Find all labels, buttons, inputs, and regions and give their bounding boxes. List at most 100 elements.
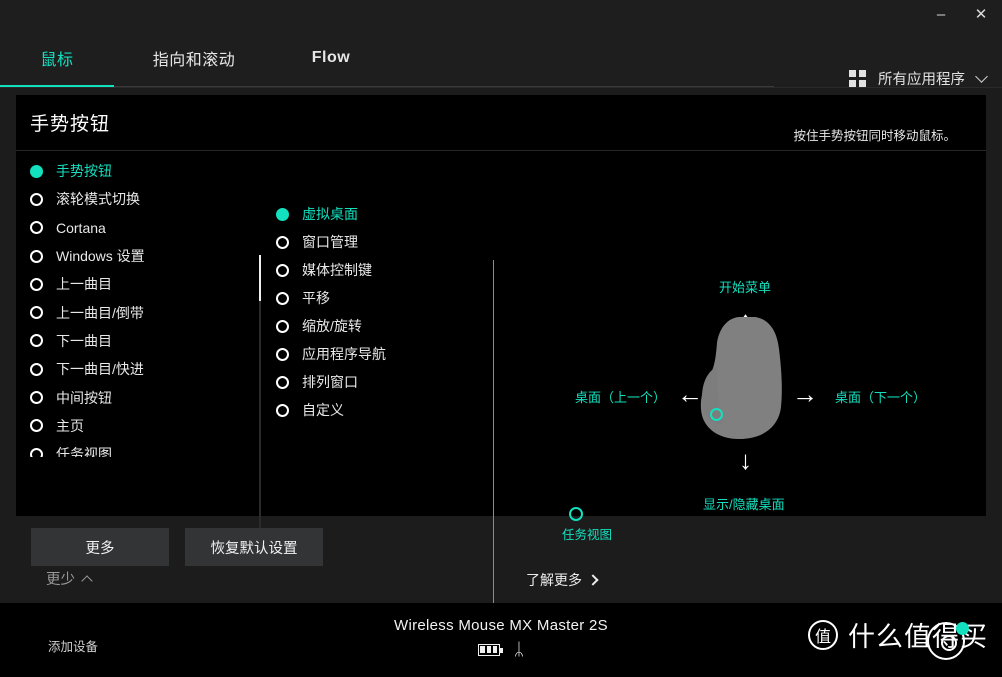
radio-icon: [30, 447, 43, 457]
chevron-up-icon: [81, 574, 93, 587]
option-label: 上一曲目: [56, 276, 112, 293]
close-button[interactable]: ✕: [966, 2, 996, 26]
option-row[interactable]: 窗口管理: [276, 228, 476, 256]
radio-icon: [30, 391, 43, 405]
device-name: Wireless Mouse MX Master 2S: [394, 617, 608, 634]
tab-list: 鼠标 指向和滚动 Flow: [0, 28, 388, 88]
title-bar: – ✕: [0, 0, 1002, 28]
option-row[interactable]: 应用程序导航: [276, 340, 476, 368]
option-label: 主页: [56, 417, 84, 434]
option-row[interactable]: 平移: [276, 284, 476, 312]
app-selector[interactable]: 所有应用程序: [849, 68, 988, 89]
mouse-silhouette: [700, 317, 782, 439]
option-label: 下一曲目: [56, 332, 112, 349]
option-label: 手势按钮: [56, 163, 112, 180]
settings-panel: 手势按钮 按住手势按钮同时移动鼠标。 手势按钮滚轮模式切换 Cortana Wind…: [16, 95, 986, 610]
chevron-down-icon: [975, 70, 988, 83]
bluetooth-icon: ᛦ: [513, 640, 525, 659]
option-label: 任务视图: [56, 446, 112, 457]
app-selector-label: 所有应用程序: [878, 72, 965, 88]
watermark-text: 什么值得买: [848, 622, 988, 652]
option-label: 虚拟桌面: [302, 206, 358, 222]
option-label: 排列窗口: [302, 374, 358, 390]
radio-icon: [276, 375, 289, 389]
radio-icon: [30, 362, 43, 376]
option-row[interactable]: 缩放/旋转: [276, 312, 476, 340]
option-row[interactable]: 滚轮模式切换: [30, 185, 245, 213]
chevron-right-icon: [587, 573, 599, 586]
radio-icon: [30, 192, 43, 206]
window-controls: – ✕: [926, 0, 996, 28]
option-row[interactable]: 主页: [30, 412, 245, 440]
option-label: 缩放/旋转: [302, 318, 362, 334]
option-label: 下一曲目/快进: [56, 361, 144, 378]
battery-icon: [477, 643, 503, 656]
task-view-label: 任务视图: [562, 528, 613, 542]
option-row[interactable]: 手势按钮: [30, 157, 245, 185]
action-buttons: 更多 恢复默认设置: [31, 528, 323, 566]
radio-icon: [276, 347, 289, 361]
radio-icon: [276, 403, 289, 417]
show-less-button[interactable]: 更少: [46, 568, 93, 589]
radio-icon: [276, 207, 289, 221]
option-row[interactable]: 上一曲目: [30, 270, 245, 298]
radio-icon: [30, 334, 43, 348]
gesture-diagram: 开始菜单 桌面（上一个） 桌面（下一个） 显示/隐藏桌面 ↑ ↓ ← → 任务视…: [494, 157, 986, 542]
radio-icon: [276, 319, 289, 333]
panel-description: 按住手势按钮同时移动鼠标。: [793, 129, 956, 143]
task-view-indicator: 任务视图: [562, 507, 612, 543]
option-label: 自定义: [302, 402, 344, 418]
header-divider: [0, 87, 1002, 88]
option-row[interactable]: 下一曲目/快进: [30, 355, 245, 383]
tab-bar: 鼠标 指向和滚动 Flow 所有应用程序: [0, 28, 1002, 88]
show-less-label: 更少: [46, 572, 75, 588]
learn-more-label: 了解更多: [526, 572, 582, 588]
option-label: 应用程序导航: [302, 346, 386, 362]
arrow-down-icon: ↓: [739, 445, 752, 475]
watermark-dot-icon: [956, 622, 969, 635]
option-row[interactable]: 任务视图: [30, 440, 245, 457]
option-label: 窗口管理: [302, 234, 358, 250]
option-row[interactable]: Windows 设置: [30, 242, 245, 270]
tab-point-and-scroll[interactable]: 指向和滚动: [114, 28, 274, 88]
option-label: 上一曲目/倒带: [56, 304, 144, 321]
radio-icon: [30, 164, 43, 178]
option-row[interactable]: 中间按钮: [30, 383, 245, 411]
thumb-gesture-button-indicator: [710, 408, 723, 421]
option-row[interactable]: 媒体控制键: [276, 256, 476, 284]
option-row[interactable]: 上一曲目/倒带: [30, 298, 245, 326]
radio-icon: [30, 306, 43, 320]
option-label: 中间按钮: [56, 389, 112, 406]
learn-more-link[interactable]: 了解更多: [526, 570, 599, 590]
grid-icon: [849, 70, 866, 87]
watermark-badge-icon: 值: [808, 619, 838, 650]
page-title: 手势按钮: [30, 114, 111, 135]
option-row[interactable]: Cortana: [30, 214, 245, 242]
gesture-label-left: 桌面（上一个）: [575, 390, 667, 405]
option-row[interactable]: 排列窗口: [276, 368, 476, 396]
radio-icon: [30, 249, 43, 263]
tab-flow[interactable]: Flow: [274, 28, 388, 88]
more-button[interactable]: 更多: [31, 528, 169, 566]
scrollbar-thumb[interactable]: [259, 255, 261, 301]
device-icon-row: ᛦ: [477, 640, 525, 659]
watermark: 值 什么值得买: [808, 615, 988, 660]
option-row[interactable]: 下一曲目: [30, 327, 245, 355]
gesture-label-up: 开始菜单: [719, 280, 772, 295]
option-row[interactable]: 自定义: [276, 396, 476, 424]
radio-icon: [276, 235, 289, 249]
option-label: Windows 设置: [56, 248, 145, 265]
gesture-label-right: 桌面（下一个）: [835, 390, 927, 405]
button-function-list[interactable]: 手势按钮滚轮模式切换 Cortana Windows 设置 上一曲目上一曲目/倒带 下一…: [30, 157, 245, 457]
radio-icon: [276, 263, 289, 277]
option-label: 滚轮模式切换: [56, 191, 140, 208]
restore-defaults-button[interactable]: 恢复默认设置: [185, 528, 323, 566]
gesture-action-list[interactable]: 虚拟桌面窗口管理媒体控制键平移缩放/旋转应用程序导航 排列窗口自定义: [276, 200, 476, 424]
option-label: 平移: [302, 290, 330, 306]
tab-mouse[interactable]: 鼠标: [0, 28, 114, 88]
panel-header: 手势按钮 按住手势按钮同时移动鼠标。: [16, 95, 986, 150]
option-row[interactable]: 虚拟桌面: [276, 200, 476, 228]
device-status-bar: 添加设备 Wireless Mouse MX Master 2S ᛦ 值 什么值…: [0, 603, 1002, 677]
radio-icon: [30, 221, 43, 235]
minimize-button[interactable]: –: [926, 2, 956, 26]
